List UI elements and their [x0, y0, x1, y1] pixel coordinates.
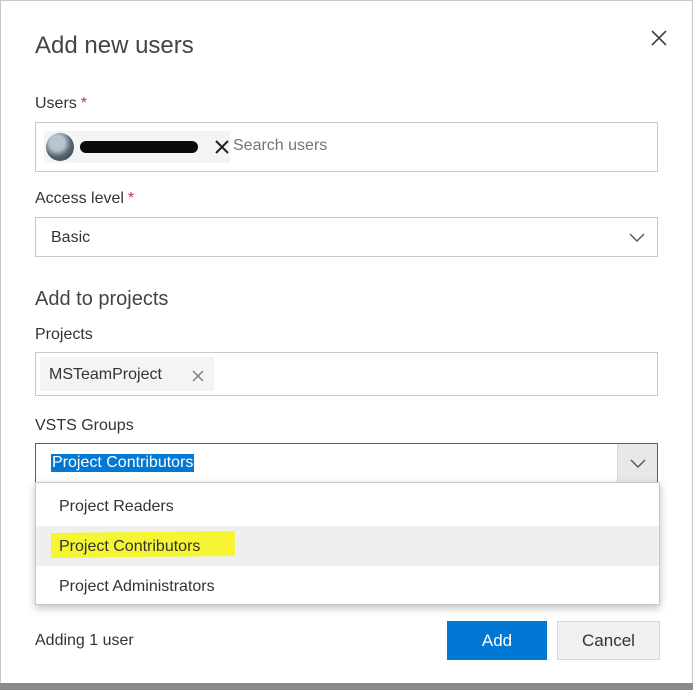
chevron-down-icon [630, 459, 646, 468]
vsts-groups-dropdown-list: Project Readers Project Contributors Pro… [35, 482, 660, 605]
project-chip-label: MSTeamProject [49, 366, 162, 383]
vsts-groups-selected-text[interactable]: Project Contributors [51, 454, 195, 472]
option-label: Project Readers [59, 498, 174, 515]
dialog-title: Add new users [35, 32, 194, 59]
status-text: Adding 1 user [35, 632, 134, 649]
projects-picker[interactable]: MSTeamProject [35, 352, 658, 396]
add-users-dialog: Add new users Users* Access level* Basic… [0, 0, 693, 683]
avatar [46, 133, 74, 161]
users-label: Users * [35, 95, 87, 113]
vsts-groups-label: VSTS Groups [35, 417, 134, 434]
dropdown-toggle-button[interactable] [617, 444, 657, 482]
add-to-projects-heading: Add to projects [35, 288, 169, 310]
chevron-down-icon [629, 233, 645, 242]
add-button[interactable]: Add [447, 621, 547, 660]
required-mark: * [80, 95, 88, 112]
users-picker[interactable] [35, 122, 658, 172]
redacted-user-name [80, 141, 198, 153]
option-project-administrators[interactable]: Project Administrators [36, 566, 659, 606]
access-level-label-text: Access level [35, 190, 124, 207]
access-level-label: Access level * [35, 190, 134, 208]
access-level-select[interactable]: Basic [35, 217, 658, 257]
remove-project-close-icon[interactable] [192, 369, 204, 382]
option-label: Project Administrators [59, 578, 215, 595]
project-chip: MSTeamProject [40, 357, 214, 391]
users-label-text: Users [35, 95, 77, 112]
cancel-button[interactable]: Cancel [557, 621, 660, 660]
option-project-contributors[interactable]: Project Contributors [36, 526, 659, 566]
projects-label: Projects [35, 326, 93, 343]
search-users-input[interactable] [233, 137, 533, 155]
option-project-readers[interactable]: Project Readers [36, 486, 659, 526]
vsts-groups-combobox[interactable]: Project Contributors [35, 443, 658, 483]
required-mark: * [127, 190, 135, 207]
window-bottom-border [0, 683, 693, 690]
user-chip [44, 131, 230, 163]
remove-user-close-icon[interactable] [214, 139, 230, 155]
access-level-value: Basic [51, 229, 91, 246]
option-label: Project Contributors [59, 538, 201, 555]
close-icon[interactable] [649, 28, 669, 48]
